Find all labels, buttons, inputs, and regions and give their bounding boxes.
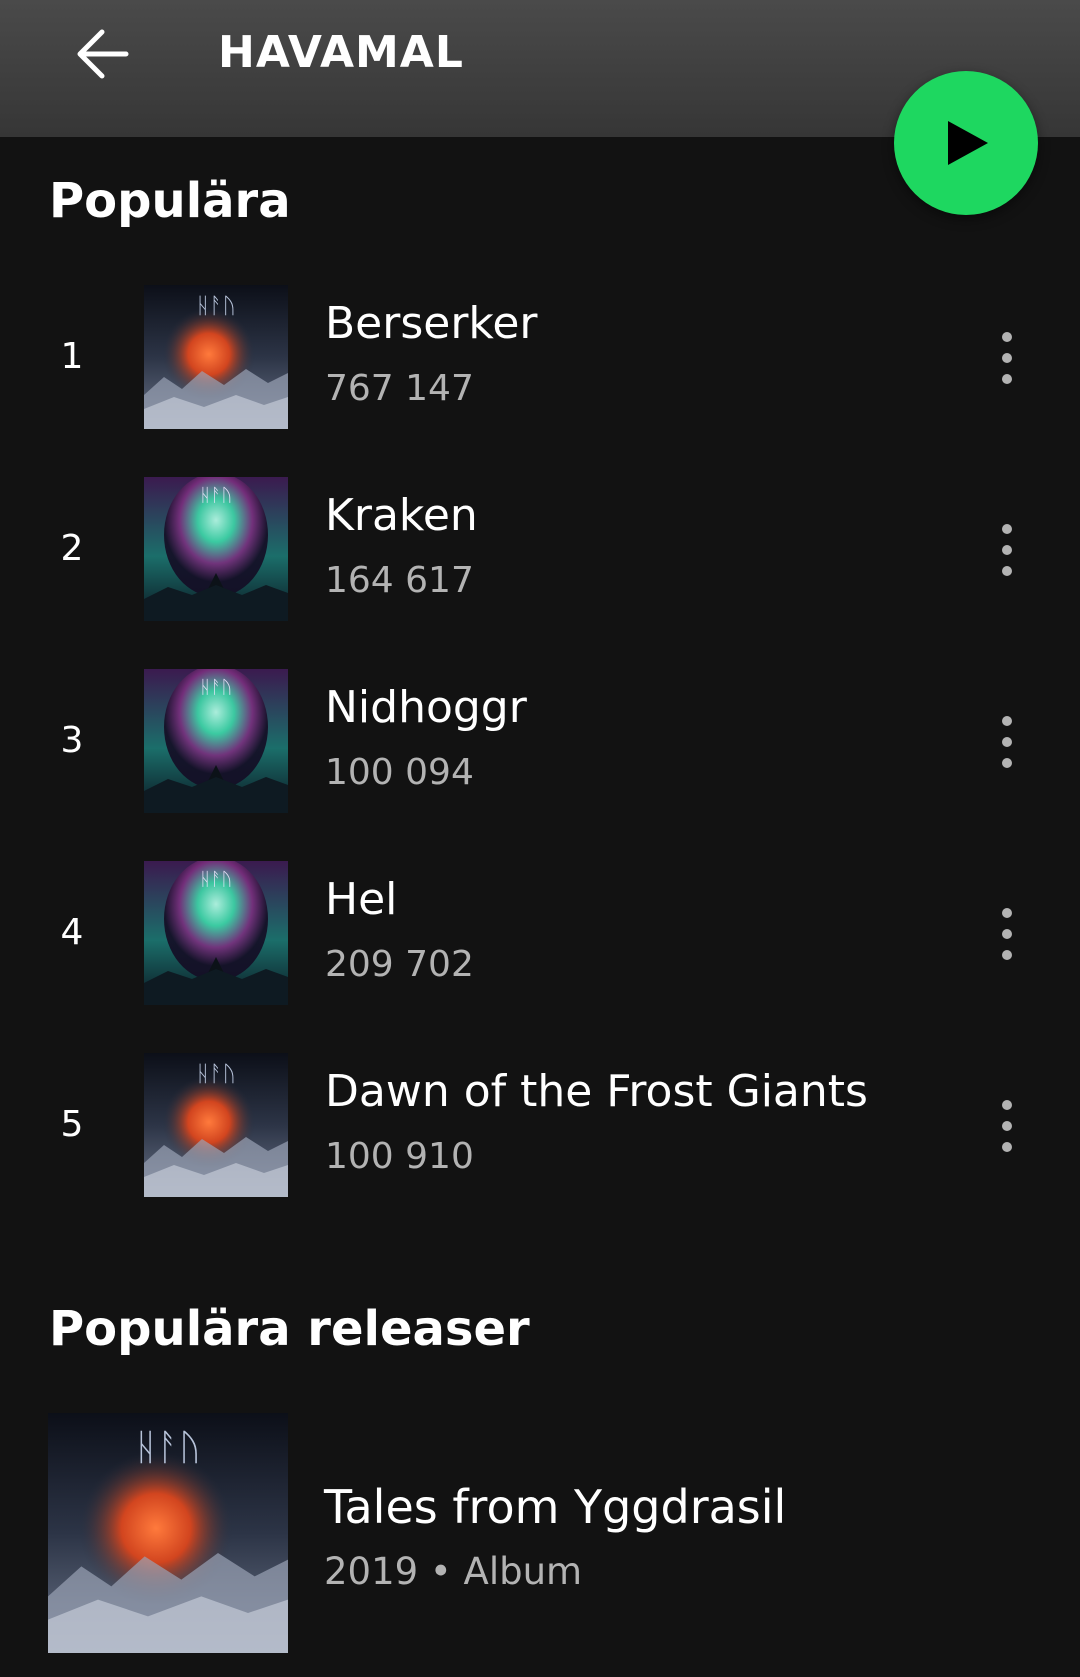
more-options-button[interactable] xyxy=(982,515,1032,585)
track-play-count: 100 910 xyxy=(325,1136,474,1177)
track-play-count: 209 702 xyxy=(325,944,474,985)
album-cover: ᚺᚨᚢ xyxy=(144,1053,288,1197)
track-row[interactable]: 2 ᚺᚨᚢ Kraken 164 617 xyxy=(0,477,1080,623)
track-row[interactable]: 1 ᚺᚨᚢ Berserker 767 147 xyxy=(0,285,1080,431)
back-button[interactable] xyxy=(62,18,142,90)
track-play-count: 164 617 xyxy=(325,560,474,601)
track-rank: 3 xyxy=(60,720,84,761)
more-options-button[interactable] xyxy=(982,323,1032,393)
artist-title: HAVAMAL xyxy=(218,27,464,78)
track-title: Hel xyxy=(325,874,398,925)
more-vertical-icon xyxy=(1002,332,1012,384)
track-rank: 2 xyxy=(60,528,84,569)
track-play-count: 100 094 xyxy=(325,752,474,793)
svg-text:ᚺᚨᚢ: ᚺᚨᚢ xyxy=(200,485,232,506)
svg-text:ᚺᚨᚢ: ᚺᚨᚢ xyxy=(196,1062,236,1087)
track-rank: 1 xyxy=(60,336,84,377)
play-icon xyxy=(948,121,988,165)
more-vertical-icon xyxy=(1002,1100,1012,1152)
track-rank: 4 xyxy=(60,912,84,953)
track-title: Kraken xyxy=(325,490,478,541)
more-vertical-icon xyxy=(1002,524,1012,576)
popular-heading: Populära xyxy=(49,173,291,229)
popular-releases-heading: Populära releaser xyxy=(49,1301,530,1357)
more-vertical-icon xyxy=(1002,908,1012,960)
play-button[interactable] xyxy=(894,71,1038,215)
album-cover: ᚺᚨᚢ xyxy=(144,861,288,1005)
track-rank: 5 xyxy=(60,1104,84,1145)
track-row[interactable]: 4 ᚺᚨᚢ Hel 209 702 xyxy=(0,861,1080,1007)
release-item[interactable]: ᚺᚨᚢ Tales from Yggdrasil 2019 • Album xyxy=(0,1413,1080,1655)
release-meta: 2019 • Album xyxy=(324,1550,583,1593)
more-options-button[interactable] xyxy=(982,707,1032,777)
release-title: Tales from Yggdrasil xyxy=(324,1480,787,1534)
track-title: Nidhoggr xyxy=(325,682,527,733)
more-options-button[interactable] xyxy=(982,1091,1032,1161)
svg-text:ᚺᚨᚢ: ᚺᚨᚢ xyxy=(200,869,232,890)
track-row[interactable]: 3 ᚺᚨᚢ Nidhoggr 100 094 xyxy=(0,669,1080,815)
album-cover: ᚺᚨᚢ xyxy=(144,477,288,621)
track-title: Berserker xyxy=(325,298,538,349)
more-options-button[interactable] xyxy=(982,899,1032,969)
album-cover: ᚺᚨᚢ xyxy=(144,669,288,813)
album-cover: ᚺᚨᚢ xyxy=(144,285,288,429)
svg-text:ᚺᚨᚢ: ᚺᚨᚢ xyxy=(135,1426,201,1469)
arrow-left-icon xyxy=(77,29,129,79)
svg-text:ᚺᚨᚢ: ᚺᚨᚢ xyxy=(196,294,236,319)
more-vertical-icon xyxy=(1002,716,1012,768)
release-cover: ᚺᚨᚢ xyxy=(48,1413,288,1653)
track-play-count: 767 147 xyxy=(325,368,474,409)
track-row[interactable]: 5 ᚺᚨᚢ Dawn of the Frost Giants 100 910 xyxy=(0,1053,1080,1199)
track-title: Dawn of the Frost Giants xyxy=(325,1066,868,1117)
svg-text:ᚺᚨᚢ: ᚺᚨᚢ xyxy=(200,677,232,698)
